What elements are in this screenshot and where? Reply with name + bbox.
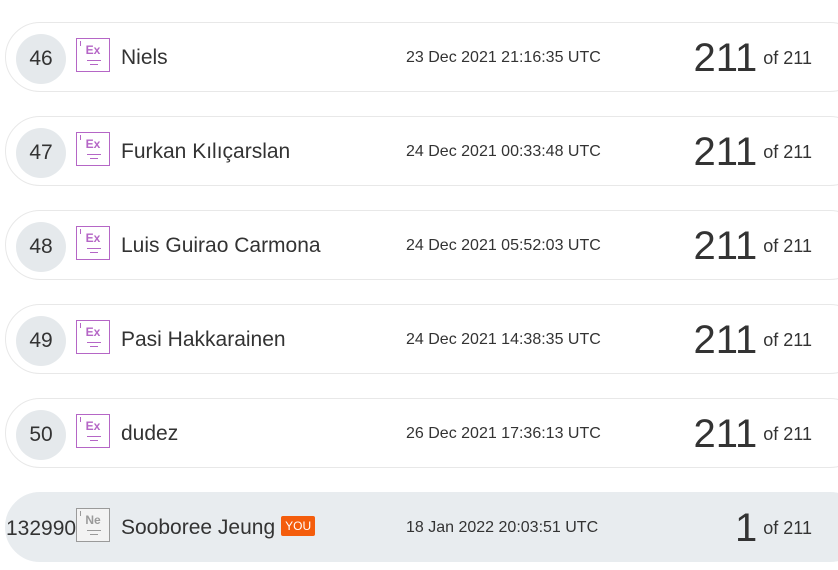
- rank-number: 46: [16, 34, 66, 84]
- score-value: 211: [693, 224, 758, 268]
- leaderboard-row[interactable]: 50 Ex dudez 26 Dec 2021 17:36:13 UTC 211…: [5, 398, 838, 468]
- badge-level-text: Ne: [85, 513, 101, 527]
- solve-date: 24 Dec 2021 05:52:03 UTC: [406, 237, 601, 254]
- score: 211 of 211: [693, 211, 812, 281]
- rank-number: 50: [16, 410, 66, 460]
- score-of-label: of 211: [763, 518, 812, 538]
- score: 211 of 211: [693, 399, 812, 469]
- user-name-cell: Sooboree Jeung YOU: [121, 493, 316, 563]
- score-of-label: of 211: [763, 142, 812, 162]
- score-of-label: of 211: [763, 48, 812, 68]
- score-value: 211: [693, 130, 758, 174]
- leaderboard-row[interactable]: 47 Ex Furkan Kılıçarslan 24 Dec 2021 00:…: [5, 116, 838, 186]
- solve-date: 26 Dec 2021 17:36:13 UTC: [406, 425, 601, 442]
- solve-date: 18 Jan 2022 20:03:51 UTC: [406, 519, 599, 536]
- you-badge: YOU: [281, 516, 316, 537]
- badge-level-text: Ex: [85, 137, 101, 151]
- leaderboard-row[interactable]: 49 Ex Pasi Hakkarainen 24 Dec 2021 14:38…: [5, 304, 838, 374]
- badge-level-text: Ex: [85, 43, 101, 57]
- expert-badge-icon: Ex: [76, 320, 110, 354]
- user-name[interactable]: Sooboree Jeung: [121, 516, 275, 539]
- user-name[interactable]: Pasi Hakkarainen: [121, 305, 286, 375]
- score: 211 of 211: [693, 117, 812, 187]
- score-of-label: of 211: [763, 236, 812, 256]
- rank-number: 48: [16, 222, 66, 272]
- score-value: 211: [693, 412, 758, 456]
- score: 211 of 211: [693, 23, 812, 93]
- expert-badge-icon: Ex: [76, 132, 110, 166]
- score-value: 211: [693, 318, 758, 362]
- score-value: 1: [735, 506, 758, 550]
- current-user-row[interactable]: 132990 Ne Sooboree Jeung YOU 18 Jan 2022 …: [5, 492, 838, 562]
- score: 1 of 211: [735, 493, 812, 563]
- badge-level-text: Ex: [85, 325, 101, 339]
- score-of-label: of 211: [763, 330, 812, 350]
- rank-number: 49: [16, 316, 66, 366]
- badge-level-text: Ex: [85, 419, 101, 433]
- score: 211 of 211: [693, 305, 812, 375]
- expert-badge-icon: Ex: [76, 226, 110, 260]
- user-name[interactable]: Niels: [121, 23, 168, 93]
- score-value: 211: [693, 36, 758, 80]
- solve-date: 23 Dec 2021 21:16:35 UTC: [406, 49, 601, 66]
- expert-badge-icon: Ex: [76, 38, 110, 72]
- badge-level-text: Ex: [85, 231, 101, 245]
- leaderboard-row[interactable]: 48 Ex Luis Guirao Carmona 24 Dec 2021 05…: [5, 210, 838, 280]
- solve-date: 24 Dec 2021 14:38:35 UTC: [406, 331, 601, 348]
- expert-badge-icon: Ex: [76, 414, 110, 448]
- user-name[interactable]: Luis Guirao Carmona: [121, 211, 321, 281]
- user-name[interactable]: Furkan Kılıçarslan: [121, 117, 290, 187]
- solve-date: 24 Dec 2021 00:33:48 UTC: [406, 143, 601, 160]
- user-name[interactable]: dudez: [121, 399, 178, 469]
- rank-number: 47: [16, 128, 66, 178]
- leaderboard-row[interactable]: 46 Ex Niels 23 Dec 2021 21:16:35 UTC 211…: [5, 22, 838, 92]
- rank-number: 132990: [6, 517, 77, 540]
- newbie-badge-icon: Ne: [76, 508, 110, 542]
- score-of-label: of 211: [763, 424, 812, 444]
